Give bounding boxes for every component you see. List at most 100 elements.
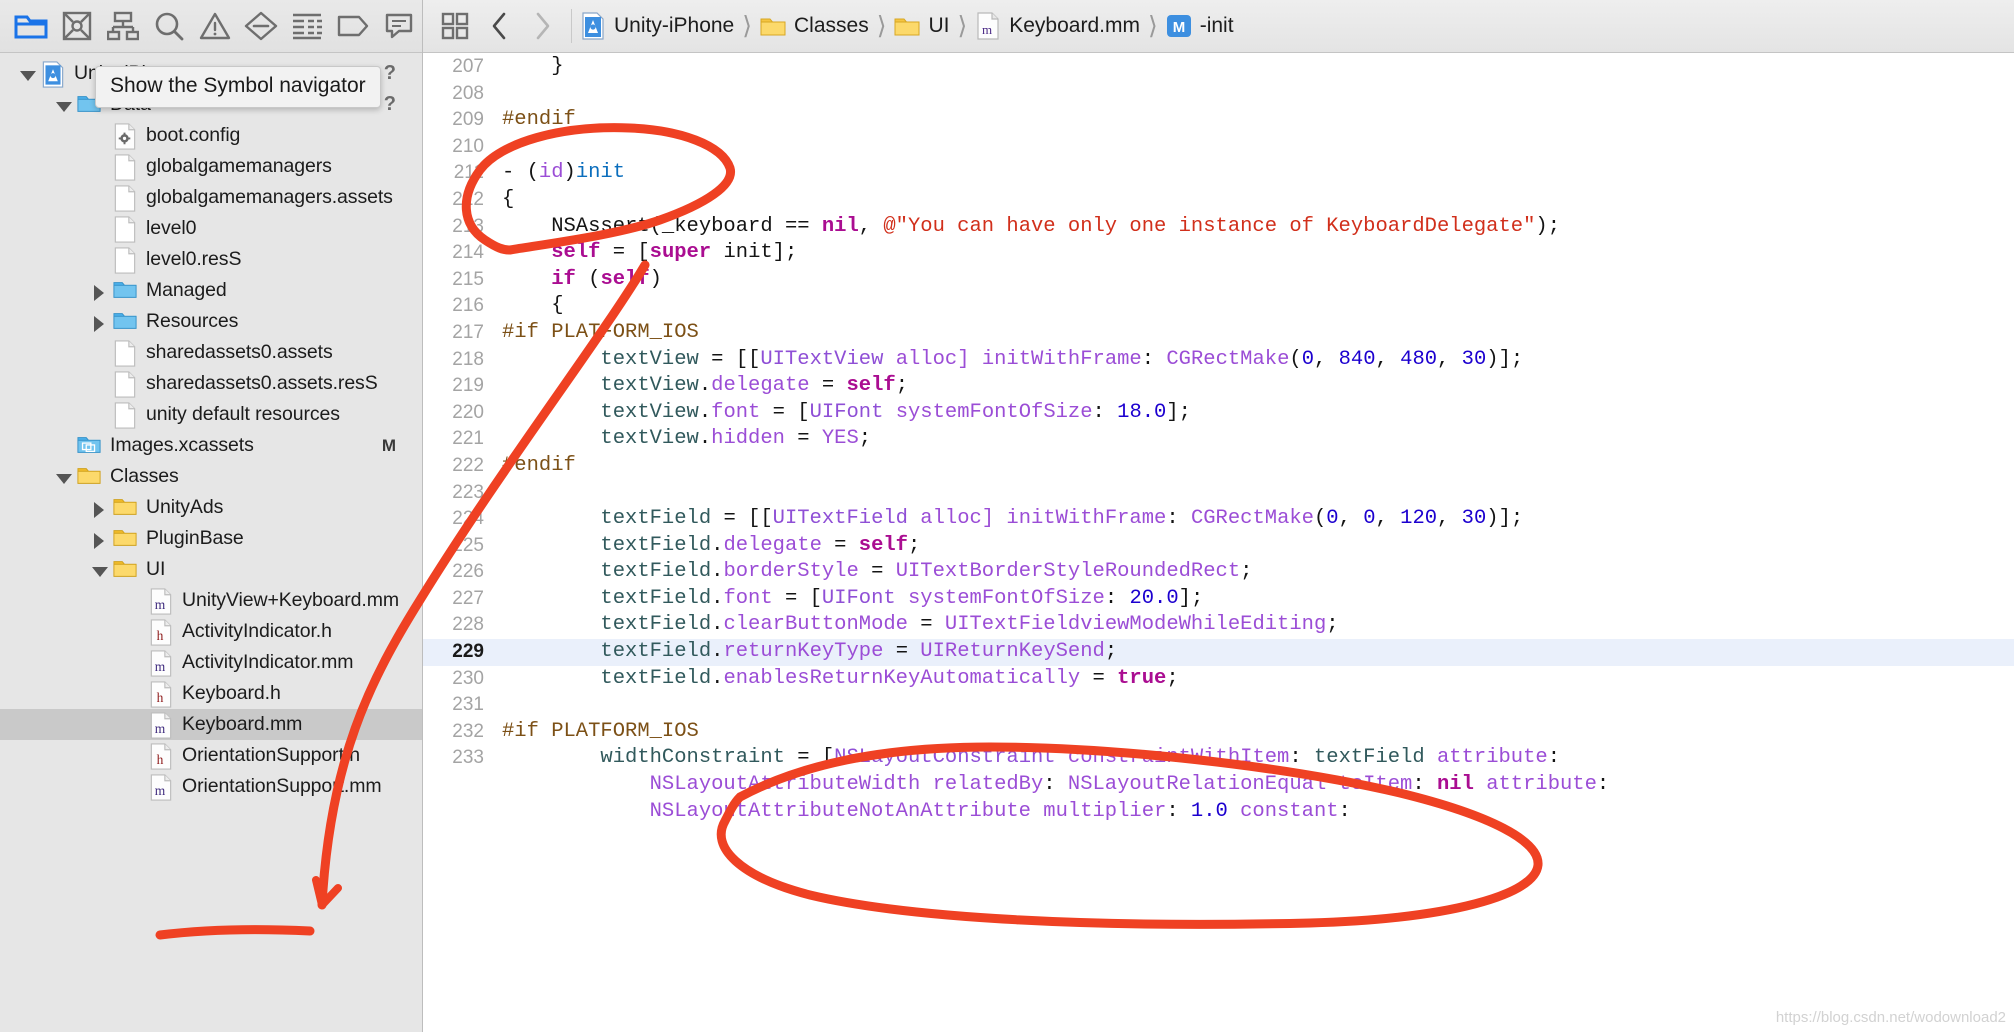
source-control-navigator-icon[interactable]	[54, 6, 100, 46]
tree-row[interactable]: unity default resources	[0, 399, 422, 430]
generic-file-icon	[113, 184, 137, 212]
tree-row[interactable]: Resources	[0, 306, 422, 337]
code-line[interactable]: NSLayoutAttributeWidth relatedBy: NSLayo…	[423, 772, 2014, 799]
code-line[interactable]: 231	[423, 692, 2014, 719]
back-chevron-icon[interactable]	[477, 5, 521, 47]
code-line[interactable]: 232 #if PLATFORM_IOS	[423, 719, 2014, 746]
find-navigator-icon[interactable]	[146, 6, 192, 46]
generic-file-icon	[113, 215, 137, 243]
code-line[interactable]: 225 textField.delegate = self;	[423, 533, 2014, 560]
symbol-navigator-icon[interactable]	[100, 6, 146, 46]
generic-file-icon	[113, 153, 137, 181]
code-line-text: self = [super init];	[551, 241, 798, 265]
code-line[interactable]: 208	[423, 81, 2014, 108]
code-line[interactable]: NSLayoutAttributeNotAnAttribute multipli…	[423, 799, 2014, 826]
tree-row[interactable]: globalgamemanagers.assets	[0, 182, 422, 213]
code-line-text: #endif	[502, 108, 576, 132]
tree-row[interactable]: h OrientationSupport.h	[0, 740, 422, 771]
report-navigator-icon[interactable]	[376, 6, 422, 46]
breakpoint-navigator-icon[interactable]	[330, 6, 376, 46]
tree-row[interactable]: UI	[0, 554, 422, 585]
breadcrumb-item-symbol[interactable]: M -init	[1164, 12, 1236, 40]
tree-row-label: unity default resources	[146, 403, 340, 425]
code-line[interactable]: 224 textField = [[UITextField alloc] ini…	[423, 506, 2014, 533]
disclosure-triangle-open-icon[interactable]	[90, 561, 108, 579]
code-lines-container[interactable]: 207 } 208 209 #endif 210 211- (id)init 212{213…	[423, 54, 2014, 1032]
related-items-icon[interactable]	[433, 5, 477, 47]
code-line[interactable]: 217 #if PLATFORM_IOS	[423, 320, 2014, 347]
code-line-text: textView.hidden = YES;	[600, 427, 872, 451]
code-line[interactable]: 216 {	[423, 293, 2014, 320]
code-line[interactable]: 233 widthConstraint = [NSLayoutConstrain…	[423, 745, 2014, 772]
generic-file-icon	[113, 370, 137, 398]
tree-row[interactable]: boot.config	[0, 120, 422, 151]
code-line-highlighted[interactable]: 229 textField.returnKeyType = UIReturnKe…	[423, 639, 2014, 666]
tree-row[interactable]: Managed	[0, 275, 422, 306]
tree-row[interactable]: h ActivityIndicator.h	[0, 616, 422, 647]
line-number: 220	[452, 401, 484, 423]
issue-navigator-icon[interactable]	[192, 6, 238, 46]
tree-row-selected[interactable]: m Keyboard.mm	[0, 709, 422, 740]
tree-row[interactable]: sharedassets0.assets	[0, 337, 422, 368]
tree-row[interactable]: globalgamemanagers	[0, 151, 422, 182]
tree-row[interactable]: level0	[0, 213, 422, 244]
disclosure-triangle-closed-icon[interactable]	[90, 282, 108, 301]
generic-file-icon	[113, 246, 137, 274]
code-line[interactable]: 210	[423, 134, 2014, 161]
forward-chevron-icon[interactable]	[521, 5, 565, 47]
code-line[interactable]: 223	[423, 480, 2014, 507]
project-navigator-panel: Unity-iPhone?Data?boot.configglobalgamem…	[0, 0, 423, 1032]
code-line[interactable]: 212 {	[423, 187, 2014, 214]
code-line[interactable]: 207 }	[423, 54, 2014, 81]
disclosure-triangle-closed-icon[interactable]	[90, 530, 108, 549]
code-line-text: textField.font = [UIFont systemFontOfSiz…	[600, 586, 1204, 610]
disclosure-triangle-open-icon[interactable]	[54, 96, 72, 114]
tree-row[interactable]: Images.xcassets M	[0, 430, 422, 461]
tree-row[interactable]: PluginBase	[0, 523, 422, 554]
code-line[interactable]: 214 self = [super init];	[423, 240, 2014, 267]
line-number	[423, 772, 498, 799]
code-line[interactable]: 227 textField.font = [UIFont systemFontO…	[423, 586, 2014, 613]
tree-row[interactable]: m OrientationSupport.mm	[0, 771, 422, 802]
code-line[interactable]: 228 textField.clearButtonMode = UITextFi…	[423, 612, 2014, 639]
code-line[interactable]: 220 textView.font = [UIFont systemFontOf…	[423, 400, 2014, 427]
disclosure-triangle-open-icon[interactable]	[54, 468, 72, 486]
code-line[interactable]: 221 textView.hidden = YES;	[423, 426, 2014, 453]
tree-row[interactable]: level0.resS	[0, 244, 422, 275]
disclosure-triangle-closed-icon[interactable]	[90, 313, 108, 332]
line-number: 217	[452, 321, 484, 343]
tree-row[interactable]: m ActivityIndicator.mm	[0, 647, 422, 678]
breadcrumb-item-project[interactable]: Unity-iPhone	[578, 12, 736, 40]
tree-row[interactable]: m UnityView+Keyboard.mm	[0, 585, 422, 616]
disclosure-triangle-open-icon[interactable]	[18, 65, 36, 83]
yellow-folder-icon	[113, 557, 137, 583]
code-line[interactable]: 230 textField.enablesReturnKeyAutomatica…	[423, 666, 2014, 693]
generic-file-icon	[113, 401, 137, 429]
code-line[interactable]: 218 textView = [[UITextView alloc] initW…	[423, 347, 2014, 374]
tree-row-label: Images.xcassets	[110, 434, 254, 456]
code-line[interactable]: 222 #endif	[423, 453, 2014, 480]
code-line[interactable]: 213 NSAssert(_keyboard == nil, @"You can…	[423, 214, 2014, 241]
breadcrumb-item-file[interactable]: m Keyboard.mm	[973, 12, 1142, 40]
debug-navigator-icon[interactable]	[284, 6, 330, 46]
tree-row[interactable]: h Keyboard.h	[0, 678, 422, 709]
line-number: 208	[452, 82, 484, 104]
code-line[interactable]: 226 textField.borderStyle = UITextBorder…	[423, 559, 2014, 586]
code-line[interactable]: 215 if (self)	[423, 267, 2014, 294]
code-line-text: NSLayoutAttributeWidth relatedBy: NSLayo…	[502, 773, 1610, 797]
project-navigator-icon[interactable]	[8, 6, 54, 46]
test-navigator-icon[interactable]	[238, 6, 284, 46]
line-number: 233	[452, 747, 484, 769]
tree-row[interactable]: sharedassets0.assets.resS	[0, 368, 422, 399]
breadcrumb-item-classes[interactable]: Classes	[758, 12, 871, 40]
tree-row[interactable]: UnityAds	[0, 492, 422, 523]
disclosure-triangle-closed-icon[interactable]	[90, 499, 108, 518]
code-line[interactable]: 211 - (id)init	[423, 160, 2014, 187]
code-line[interactable]: 209 #endif	[423, 107, 2014, 134]
breadcrumb-label: Keyboard.mm	[1009, 14, 1140, 37]
breadcrumb-item-ui[interactable]: UI	[892, 12, 951, 40]
code-line[interactable]: 219 textView.delegate = self;	[423, 373, 2014, 400]
tree-row[interactable]: Classes	[0, 461, 422, 492]
project-file-tree[interactable]: Unity-iPhone?Data?boot.configglobalgamem…	[0, 54, 422, 1032]
